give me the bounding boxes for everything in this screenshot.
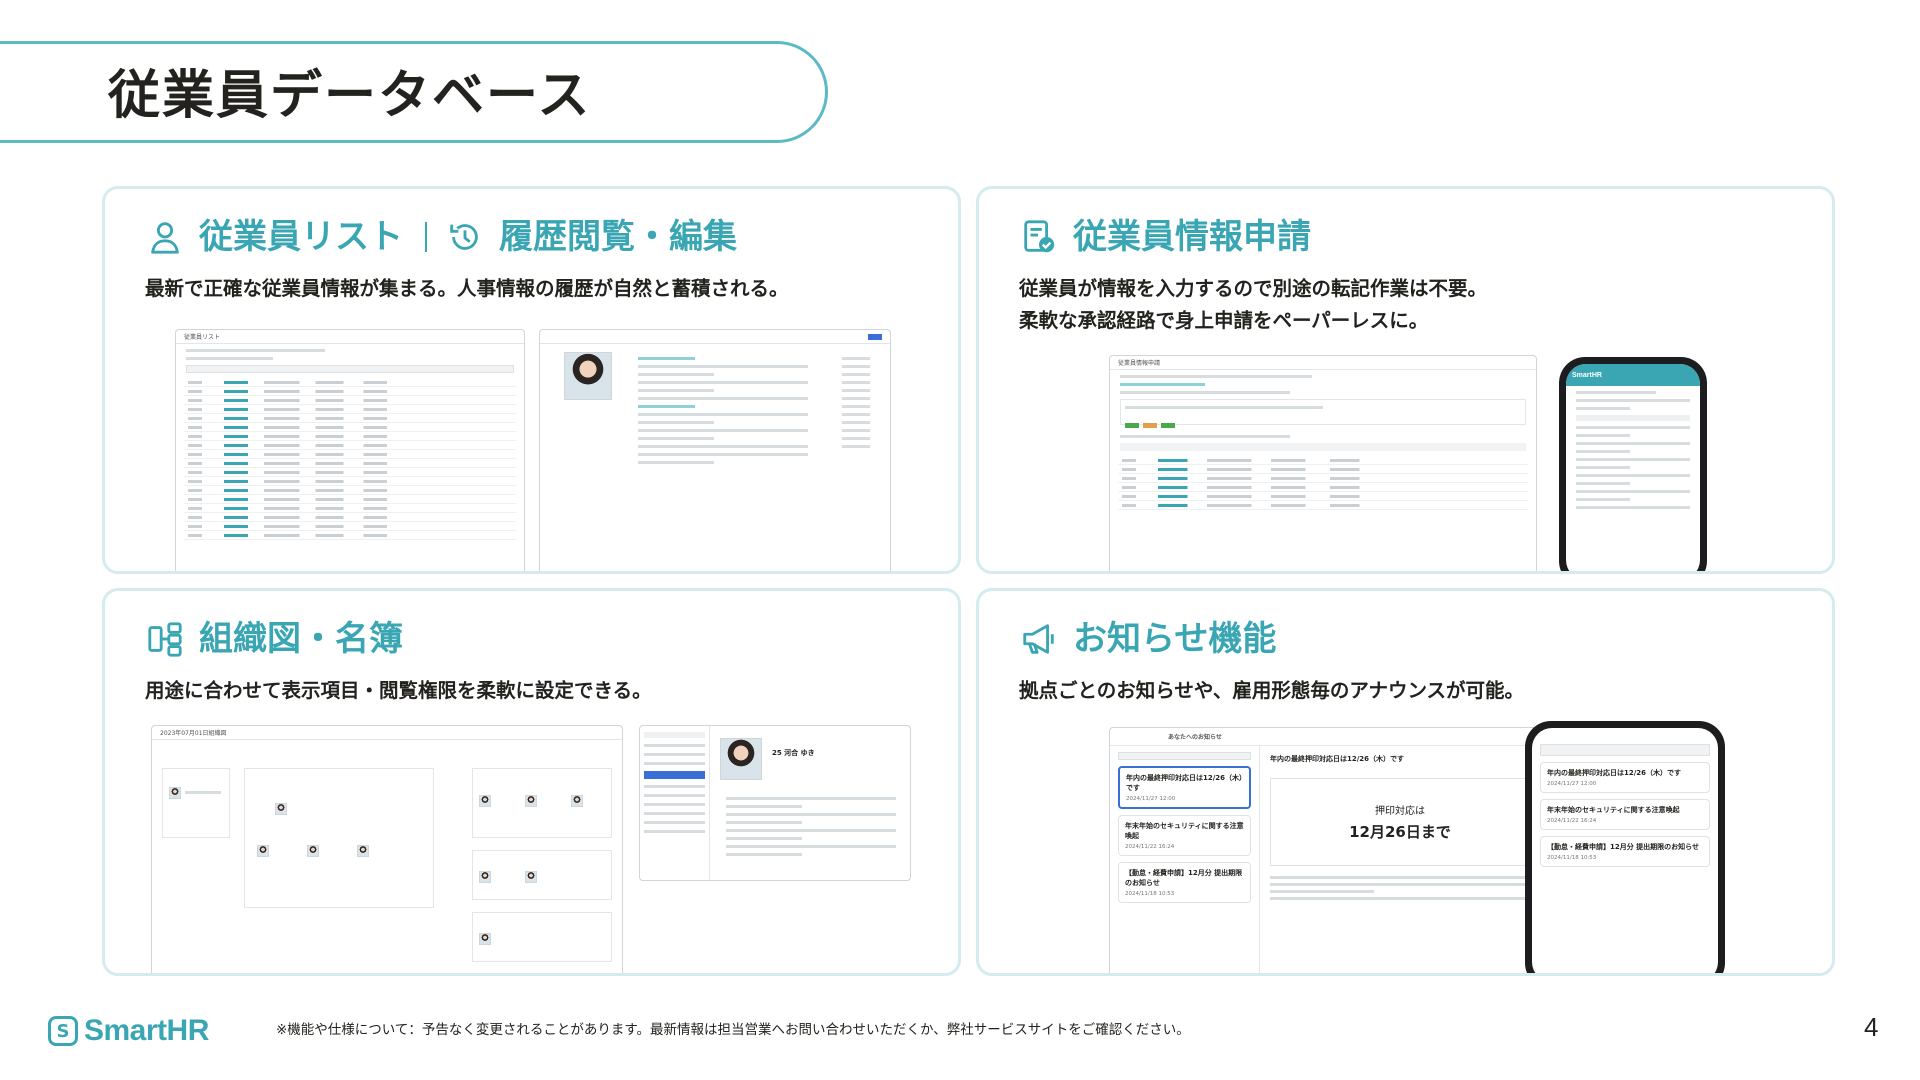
employee-photo xyxy=(564,352,612,400)
logo-mark: S xyxy=(48,1016,78,1046)
card-title: お知らせ機能 xyxy=(1073,619,1277,659)
employee-photo xyxy=(720,738,762,780)
employee-detail-screenshot xyxy=(539,329,891,571)
card-employee-application: 従業員情報申請 従業員が情報を入力するので別途の転記作業は不要。 柔軟な承認経路… xyxy=(976,186,1835,574)
tab-label: あなたへのお知らせ xyxy=(1168,734,1222,741)
phone-mockup: 年内の最終押印対応日は12/26（木）です 2024/11/27 12:00 年… xyxy=(1525,721,1725,973)
page-title: 従業員データベース xyxy=(108,66,592,126)
application-screenshot: 従業員情報申請 xyxy=(1109,355,1537,571)
description-line-2: 柔軟な承認経路で身上申請をペーパーレスに。 xyxy=(1019,309,1429,332)
news-item[interactable]: 【勤怠・経費申請】12月分 提出期限のお知らせ 2024/11/18 10:53 xyxy=(1118,862,1251,903)
person-icon xyxy=(145,217,185,257)
card-org-chart: 組織図・名簿 用途に合わせて表示項目・閲覧権限を柔軟に設定できる。 2023年0… xyxy=(102,588,961,976)
page-number: 4 xyxy=(1864,1012,1879,1042)
logo-text: SmartHR xyxy=(84,1014,209,1047)
profile-name: 25 河合 ゆき xyxy=(772,749,815,757)
card-title: 従業員リスト xyxy=(199,217,403,257)
card-description: 拠点ごとのお知らせや、雇用形態毎のアナウンスが可能。 xyxy=(1019,679,1525,702)
phone-mockup: SmartHR xyxy=(1559,357,1707,571)
title-separator xyxy=(425,222,427,252)
screen-label: 2023年07月01日組織図 xyxy=(160,730,227,737)
news-item[interactable]: 【勤怠・経費申請】12月分 提出期限のお知らせ 2024/11/18 10:53 xyxy=(1540,836,1710,867)
history-icon xyxy=(445,217,485,257)
news-item[interactable]: 年末年始のセキュリティに関する注意喚起 2024/11/22 16:24 xyxy=(1118,815,1251,856)
footnote: ※機能や仕様について：予告なく変更されることがあります。最新情報は担当営業へお問… xyxy=(276,1022,1190,1038)
smarthr-logo: S SmartHR xyxy=(48,1014,209,1048)
description-line-1: 従業員が情報を入力するので別途の転記作業は不要。 xyxy=(1019,277,1488,300)
card-announcements: お知らせ機能 拠点ごとのお知らせや、雇用形態毎のアナウンスが可能。 あなたへのお… xyxy=(976,588,1835,976)
screen-label: 従業員情報申請 xyxy=(1118,360,1161,367)
org-chart-screenshot: 2023年07月01日組織図 xyxy=(151,725,623,973)
notice-box-date: 12月26日まで xyxy=(1349,823,1451,841)
news-item[interactable]: 年内の最終押印対応日は12/26（木）です 2024/11/27 12:00 xyxy=(1540,762,1710,793)
card-title: 従業員情報申請 xyxy=(1073,217,1311,257)
card-title: 組織図・名簿 xyxy=(199,619,403,659)
phone-app-label: SmartHR xyxy=(1572,371,1602,379)
org-chart-icon xyxy=(145,619,185,659)
document-check-icon xyxy=(1019,217,1059,257)
card-employee-list: 従業員リスト 履歴閲覧・編集 最新で正確な従業員情報が集まる。人事情報の履歴が自… xyxy=(102,186,961,574)
megaphone-icon xyxy=(1019,619,1059,659)
card-description: 最新で正確な従業員情報が集まる。人事情報の履歴が自然と蓄積される。 xyxy=(145,277,789,300)
news-item[interactable]: 年末年始のセキュリティに関する注意喚起 2024/11/22 16:24 xyxy=(1540,799,1710,830)
employee-list-screenshot: 従業員リスト xyxy=(175,329,525,571)
announcement-screenshot: あなたへのお知らせ 年内の最終押印対応日は12/26（木）です 2024/11/… xyxy=(1109,727,1539,973)
notice-title: 年内の最終押印対応日は12/26（木）です xyxy=(1270,755,1405,763)
card-description: 従業員が情報を入力するので別途の転記作業は不要。 柔軟な承認経路で身上申請をペー… xyxy=(1019,273,1487,337)
notice-box-label: 押印対応は xyxy=(1375,806,1425,817)
screen-label: 従業員リスト xyxy=(184,334,221,341)
card-description: 用途に合わせて表示項目・閲覧権限を柔軟に設定できる。 xyxy=(145,679,652,702)
news-item[interactable]: 年内の最終押印対応日は12/26（木）です 2024/11/27 12:00 xyxy=(1118,766,1251,809)
directory-screenshot: 25 河合 ゆき xyxy=(639,725,911,881)
card-title-2: 履歴閲覧・編集 xyxy=(499,217,737,257)
